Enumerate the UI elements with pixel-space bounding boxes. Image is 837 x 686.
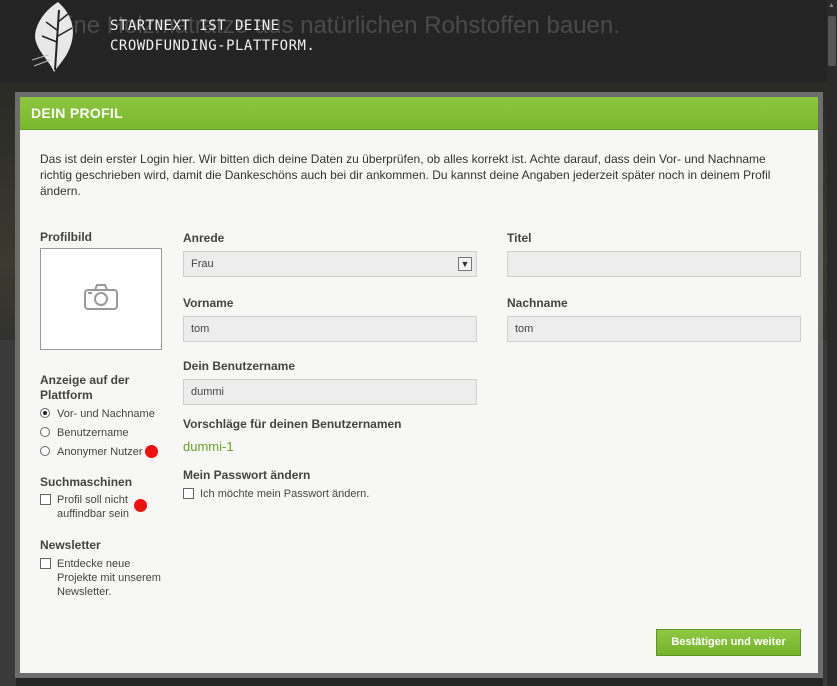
radio-username-label: Benutzername [57, 427, 129, 439]
checkbox-change-password[interactable] [183, 488, 194, 499]
scrollbar-thumb[interactable] [828, 16, 836, 66]
chevron-down-icon[interactable]: ▼ [458, 257, 472, 271]
profile-dialog: DEIN PROFIL Das ist dein erster Login hi… [15, 92, 823, 678]
scroll-up-icon[interactable]: ▲ [828, 2, 836, 10]
background-strip-left [0, 340, 16, 686]
tagline-line-1: STARTNEXT IST DEINE [110, 18, 280, 34]
dialog-title: DEIN PROFIL [20, 97, 818, 130]
salutation-select[interactable]: Frau ▼ [183, 251, 477, 277]
platform-tagline: STARTNEXT IST DEINE CROWDFUNDING-PLATTFO… [110, 16, 315, 56]
profile-picture-label: Profilbild [40, 230, 92, 244]
checkbox-newsletter-label: Entdecke neue Projekte mit unserem Newsl… [57, 558, 161, 598]
firstname-value: tom [191, 323, 210, 335]
newsletter-label: Newsletter [40, 538, 101, 552]
checkbox-hide-profile-label: Profil soll nicht auffindbar sein [57, 494, 129, 520]
radio-anonymous-label: Anonymer Nutzer [57, 446, 143, 458]
lastname-field[interactable]: tom [507, 316, 801, 342]
display-label: Anzeige auf der Plattform [40, 373, 130, 402]
username-value: dummi [191, 386, 225, 398]
username-suggestion-link[interactable]: dummi-1 [183, 439, 234, 454]
password-label: Mein Passwort ändern [183, 468, 311, 482]
salutation-label: Anrede [183, 231, 225, 245]
firstname-field[interactable]: tom [183, 316, 477, 342]
profile-picture-upload[interactable] [40, 248, 162, 350]
red-marker-dot [134, 499, 147, 512]
red-marker-dot [145, 445, 158, 458]
confirm-button[interactable]: Bestätigen und weiter [656, 629, 801, 656]
tagline-line-2: CROWDFUNDING-PLATTFORM. [110, 38, 316, 54]
leaf-logo-icon[interactable] [28, 0, 88, 75]
lastname-label: Nachname [507, 296, 568, 310]
radio-username[interactable] [40, 427, 50, 437]
scrollbar[interactable] [827, 0, 837, 686]
salutation-value: Frau [191, 258, 214, 270]
search-engines-label: Suchmaschinen [40, 475, 133, 489]
intro-text: Das ist dein erster Login hier. Wir bitt… [40, 152, 771, 198]
title-label: Titel [507, 231, 532, 245]
checkbox-newsletter[interactable] [40, 558, 51, 569]
radio-fullname[interactable] [40, 408, 50, 418]
title-field[interactable] [507, 251, 801, 277]
firstname-label: Vorname [183, 296, 234, 310]
radio-fullname-label: Vor- und Nachname [57, 408, 155, 420]
radio-anonymous[interactable] [40, 446, 50, 456]
profile-dialog-body: DEIN PROFIL Das ist dein erster Login hi… [20, 97, 818, 673]
username-field[interactable]: dummi [183, 379, 477, 405]
camera-icon [84, 284, 118, 310]
username-label: Dein Benutzername [183, 359, 296, 373]
checkbox-change-password-label: Ich möchte mein Passwort ändern. [200, 488, 370, 500]
suggestions-label: Vorschläge für deinen Benutzernamen [183, 417, 402, 431]
lastname-value: tom [515, 323, 534, 335]
checkbox-hide-profile[interactable] [40, 494, 51, 505]
